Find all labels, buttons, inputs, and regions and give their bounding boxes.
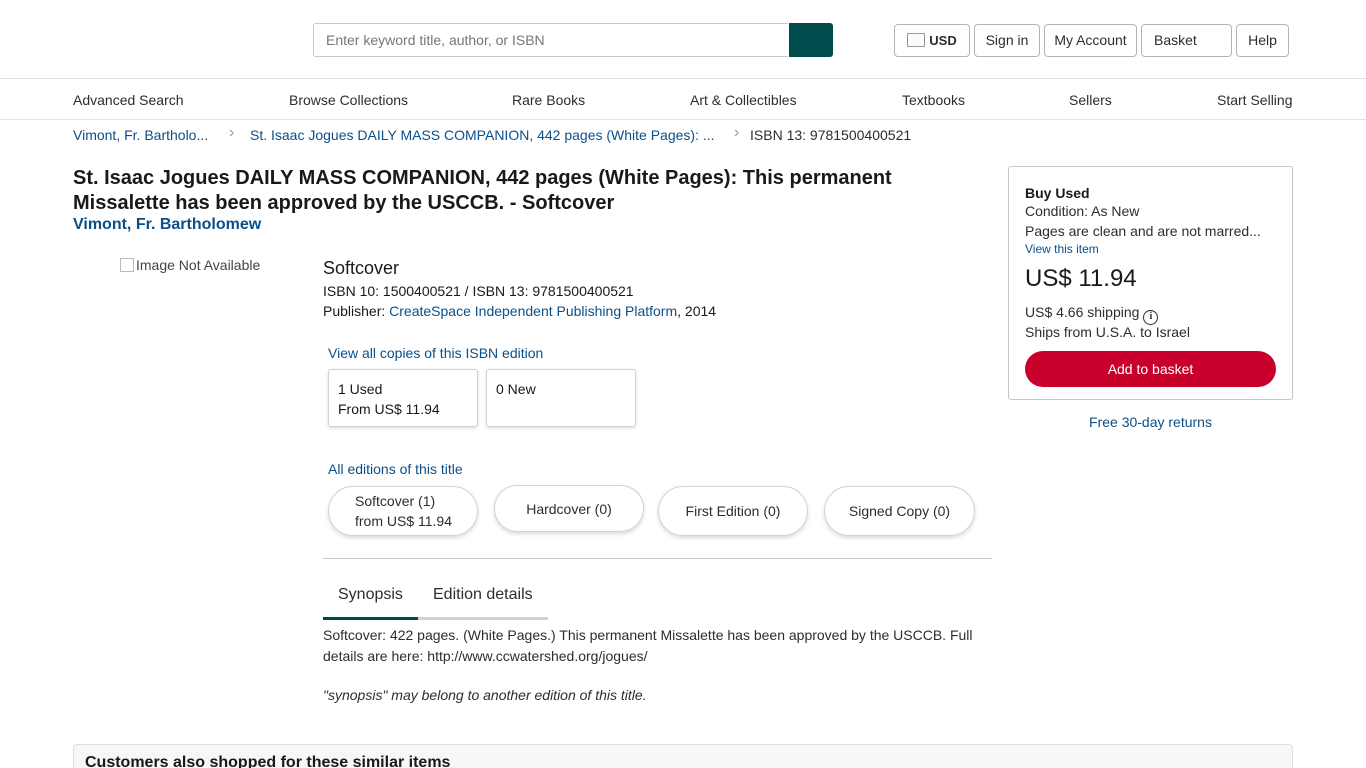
shipping-info: US$ 4.66 shipping i <box>1025 304 1159 325</box>
chevron-right-icon: › <box>734 124 740 141</box>
synopsis-text: Softcover: 422 pages. (White Pages.) Thi… <box>323 627 973 664</box>
page-title: St. Isaac Jogues DAILY MASS COMPANION, 4… <box>73 167 892 214</box>
main-nav: Advanced Search Browse Collections Rare … <box>0 80 1366 120</box>
my-account-button[interactable]: My Account <box>1044 24 1137 57</box>
edition-first-edition-label: First Edition (0) <box>685 503 781 519</box>
free-returns-link[interactable]: Free 30-day returns <box>1008 414 1293 430</box>
broken-image-icon <box>120 258 134 272</box>
nav-rare-books[interactable]: Rare Books <box>512 92 585 108</box>
flag-icon <box>907 33 926 47</box>
view-all-copies-link[interactable]: View all copies of this ISBN edition <box>328 345 543 361</box>
book-cover-image: Image Not Available <box>120 257 260 273</box>
tab-active-indicator <box>323 617 418 620</box>
author-link[interactable]: Vimont, Fr. Bartholomew <box>73 216 261 234</box>
similar-items-title: Customers also shopped for these similar… <box>85 754 451 768</box>
binding-type: Softcover <box>323 258 400 278</box>
chevron-right-icon: › <box>229 124 235 141</box>
isbn-info: ISBN 10: 1500400521 / ISBN 13: 978150040… <box>323 283 634 299</box>
edition-first-edition-pill[interactable]: First Edition (0) <box>658 486 808 536</box>
breadcrumb-author[interactable]: Vimont, Fr. Bartholo... <box>73 127 208 143</box>
image-alt-text: Image Not Available <box>136 257 261 273</box>
tab-synopsis[interactable]: Synopsis <box>338 586 403 604</box>
item-price: US$ 11.94 <box>1025 265 1137 292</box>
basket-button[interactable]: Basket <box>1141 24 1232 57</box>
used-copies-card[interactable]: 1 Used From US$ 11.94 <box>328 369 478 427</box>
nav-start-selling[interactable]: Start Selling <box>1217 92 1292 108</box>
all-editions-link[interactable]: All editions of this title <box>328 461 463 477</box>
nav-art-collectibles[interactable]: Art & Collectibles <box>690 92 797 108</box>
used-from-price: From US$ 11.94 <box>338 401 440 417</box>
currency-selector[interactable]: USD <box>894 24 970 57</box>
section-divider <box>323 558 992 559</box>
buy-box: Buy Used Condition: As New Pages are cle… <box>1008 166 1293 400</box>
ships-from: Ships from U.S.A. to Israel <box>1025 324 1190 340</box>
tab-edition-details[interactable]: Edition details <box>433 586 533 604</box>
used-count: 1 Used <box>338 381 383 397</box>
help-button[interactable]: Help <box>1236 24 1289 57</box>
view-item-link[interactable]: View this item <box>1025 242 1099 256</box>
publisher-info: Publisher: CreateSpace Independent Publi… <box>323 303 716 319</box>
similar-items-section: Customers also shopped for these similar… <box>73 744 1293 768</box>
edition-hardcover-pill[interactable]: Hardcover (0) <box>494 485 644 532</box>
publisher-label: Publisher: <box>323 303 390 319</box>
info-icon[interactable]: i <box>1143 310 1159 325</box>
edition-signed-copy-label: Signed Copy (0) <box>848 503 951 519</box>
item-description: Pages are clean and are not marred... <box>1025 223 1261 239</box>
new-count: 0 New <box>496 381 536 397</box>
sign-in-button[interactable]: Sign in <box>974 24 1040 57</box>
nav-sellers[interactable]: Sellers <box>1069 92 1112 108</box>
edition-signed-copy-pill[interactable]: Signed Copy (0) <box>824 486 975 536</box>
edition-hardcover-label: Hardcover (0) <box>526 500 612 517</box>
edition-softcover-price: from US$ 11.94 <box>355 513 453 529</box>
buy-box-title: Buy Used <box>1025 185 1090 201</box>
search-input[interactable]: Enter keyword title, author, or ISBN <box>313 23 788 57</box>
site-header: Enter keyword title, author, or ISBN USD… <box>0 0 1366 79</box>
publisher-link[interactable]: CreateSpace Independent Publishing Platf… <box>389 303 677 319</box>
edition-softcover-label: Softcover (1) <box>355 493 436 509</box>
search-button[interactable] <box>789 23 833 57</box>
nav-browse-collections[interactable]: Browse Collections <box>289 92 408 108</box>
edition-softcover-pill[interactable]: Softcover (1) from US$ 11.94 <box>328 486 478 536</box>
shipping-cost: US$ 4.66 shipping <box>1025 304 1140 320</box>
nav-advanced-search[interactable]: Advanced Search <box>73 92 184 108</box>
synopsis-note: "synopsis" may belong to another edition… <box>323 687 647 703</box>
breadcrumb-isbn: ISBN 13: 9781500400521 <box>750 127 912 143</box>
add-to-basket-button[interactable]: Add to basket <box>1025 351 1276 387</box>
publisher-year: , 2014 <box>677 303 717 319</box>
breadcrumb-title[interactable]: St. Isaac Jogues DAILY MASS COMPANION, 4… <box>250 127 715 143</box>
item-condition: Condition: As New <box>1025 203 1140 219</box>
currency-label: USD <box>929 33 957 48</box>
new-copies-card[interactable]: 0 New <box>486 369 636 427</box>
tab-inactive-indicator <box>418 617 548 620</box>
nav-textbooks[interactable]: Textbooks <box>902 92 965 108</box>
